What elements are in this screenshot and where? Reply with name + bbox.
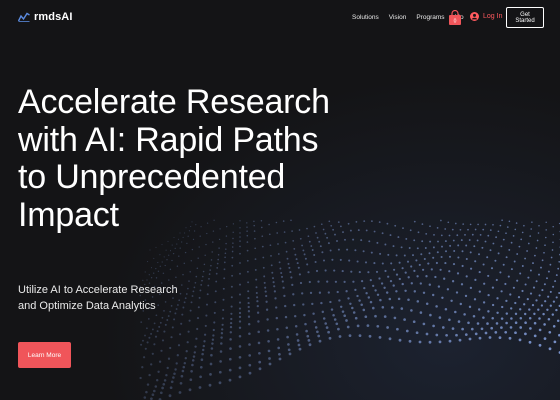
get-started-button[interactable]: Get Started [506,7,544,28]
login-label: Log In [483,13,503,20]
nav-link-vision[interactable]: Vision [389,14,407,21]
hero-title-line: to Unprecedented [18,158,286,196]
brand-name: rmdsAI [34,11,73,23]
user-icon [470,12,479,21]
hero-subtitle-line: and Optimize Data Analytics [18,300,156,312]
nav-links: Solutions Vision Programs Mo [352,14,464,21]
learn-more-button[interactable]: Learn More [18,342,71,368]
nav-link-programs[interactable]: Programs [416,14,444,21]
hero-title: Accelerate Research with AI: Rapid Paths… [18,83,348,234]
hero-title-line: Impact [18,195,119,234]
shopping-bag-icon[interactable]: 0 [448,10,462,26]
hero-title-line: with AI: Rapid Paths [18,120,319,159]
svg-text:0: 0 [454,19,457,25]
chart-logo-icon [18,12,30,22]
hero-subtitle-line: Utilize AI to Accelerate Research [18,284,178,296]
hero-subtitle: Utilize AI to Accelerate Research and Op… [18,282,218,314]
top-navbar: rmdsAI Solutions Vision Programs Mo 0 Lo… [0,0,560,38]
login-link[interactable]: Log In [470,12,502,21]
brand-logo[interactable]: rmdsAI [18,11,73,23]
nav-link-solutions[interactable]: Solutions [352,14,379,21]
hero-title-line: Accelerate Research [18,83,330,121]
